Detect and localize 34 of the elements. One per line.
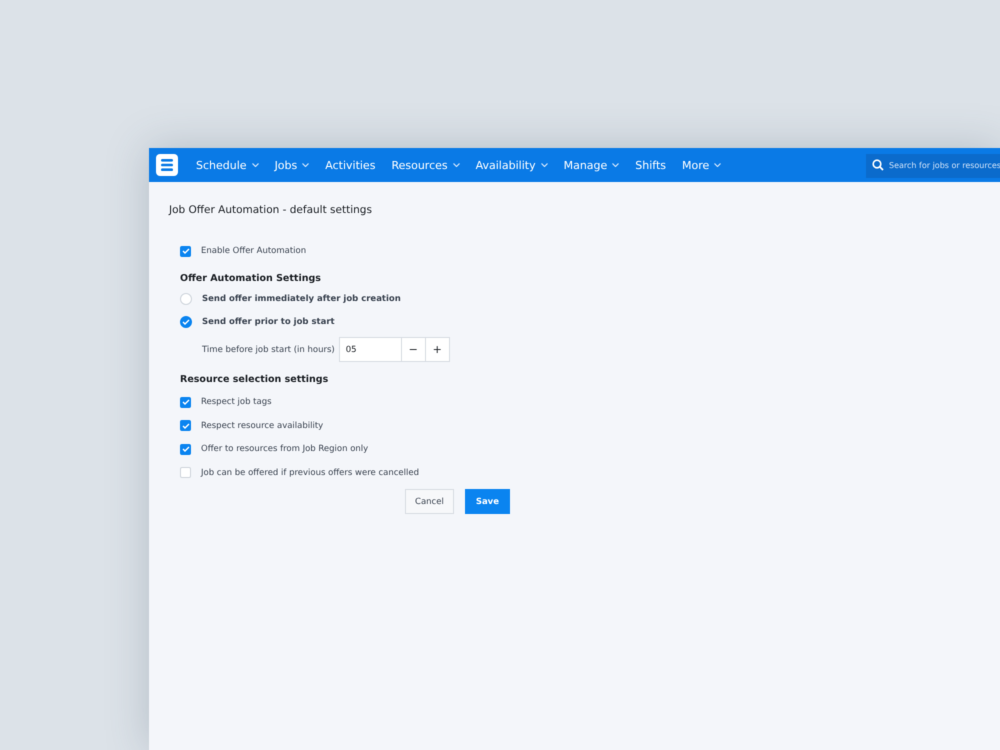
checkbox[interactable]	[180, 246, 191, 256]
cancel-button[interactable]: Cancel	[405, 489, 454, 514]
checkbox[interactable]	[180, 444, 191, 454]
checkbox-label: Respect job tags	[201, 397, 272, 407]
section-heading: Offer Automation Settings	[180, 273, 322, 284]
save-button[interactable]: Save	[464, 489, 510, 514]
checkbox-label: Respect resource availability	[201, 420, 324, 430]
check-icon	[182, 399, 190, 405]
page-title: Job Offer Automation - default settings	[169, 204, 373, 216]
check-icon	[182, 319, 190, 325]
nav-menu-item[interactable]: Manage	[564, 158, 620, 172]
radio-label: Send offer prior to job start	[202, 317, 335, 327]
section-heading: Resource selection settings	[180, 374, 330, 385]
check-icon	[182, 248, 190, 254]
nav-menu-item[interactable]: Shifts	[635, 158, 666, 172]
radio-label: Send offer immediately after job creation	[202, 294, 401, 304]
field-label: Time before job start (in hours)	[202, 344, 335, 354]
nav-menu-item[interactable]: Availability	[476, 158, 548, 172]
check-icon	[182, 422, 190, 428]
nav-menu-item[interactable]: Jobs	[274, 158, 310, 172]
nav-menu-item[interactable]: Activities	[325, 158, 376, 172]
search-icon	[872, 159, 884, 171]
nav-menu-item[interactable]: Schedule	[196, 158, 259, 172]
check-icon	[182, 446, 190, 452]
radio-button[interactable]	[180, 316, 192, 328]
hours-stepper-field[interactable]: 05 − +	[338, 337, 450, 362]
menu-logo-icon[interactable]	[156, 154, 178, 176]
nav-menu-item[interactable]: More	[682, 158, 722, 172]
checkbox-label: Job can be offered if previous offers were cancelled	[201, 468, 419, 478]
checkbox[interactable]	[180, 420, 191, 431]
checkbox[interactable]	[180, 396, 191, 408]
checkbox-label: Enable Offer Automation	[201, 246, 306, 256]
nav-menu-item[interactable]: Resources	[391, 158, 460, 172]
checkbox-label: Offer to resources from Job Region only	[201, 444, 368, 454]
